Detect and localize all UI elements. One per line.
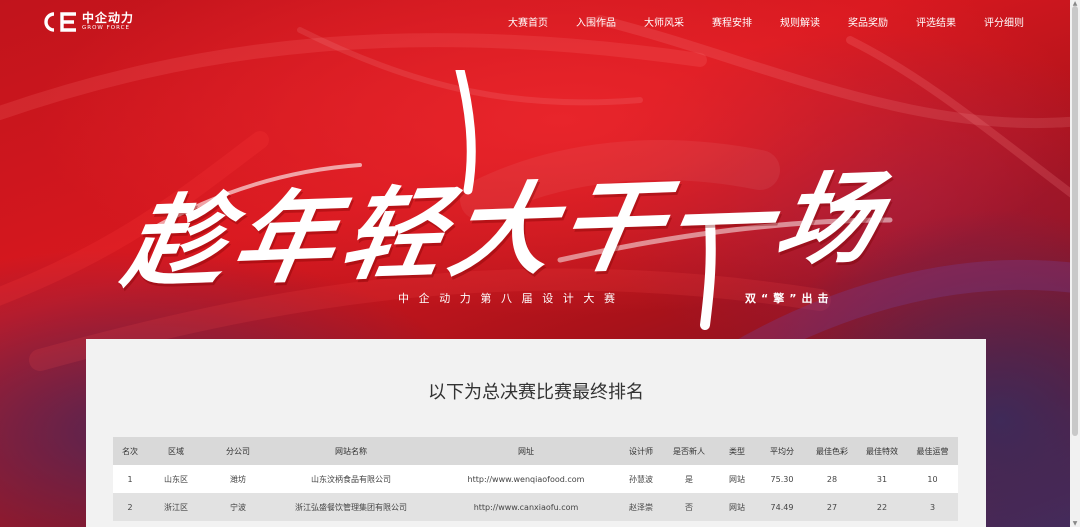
table-cell: 宁波: [205, 493, 271, 521]
column-header: 最佳特效: [857, 437, 907, 465]
slogan-text: 趁年轻大干一场: [115, 158, 898, 303]
table-cell: 是: [661, 465, 717, 493]
column-header: 最佳色彩: [807, 437, 857, 465]
brand-name-cn: 中企动力: [82, 11, 135, 26]
nav-item-masters[interactable]: 大师风采: [644, 14, 684, 29]
table-cell: 74.49: [757, 493, 807, 521]
table-cell: 山东区: [147, 465, 205, 493]
table-cell: 1: [113, 465, 147, 493]
table-row: 1 山东区 潍坊 山东汶柄食品有限公司 http://www.wenqiaofo…: [113, 465, 958, 493]
ranking-table: 名次 区域 分公司 网站名称 网址 设计师 是否新人 类型 平均分 最佳色彩 最…: [113, 437, 958, 521]
column-header: 设计师: [621, 437, 661, 465]
table-cell: 山东汶柄食品有限公司: [271, 465, 431, 493]
scrollbar-thumb[interactable]: [1072, 6, 1078, 436]
nav-item-finalists[interactable]: 入围作品: [576, 14, 616, 29]
table-cell: 赵泽崇: [621, 493, 661, 521]
table-cell: 否: [661, 493, 717, 521]
logo-text: 中企动力 GROW FORCE: [82, 12, 134, 32]
nav-item-schedule[interactable]: 赛程安排: [712, 14, 752, 29]
column-header: 最佳运营: [907, 437, 958, 465]
table-cell: 2: [113, 493, 147, 521]
table-cell: 潍坊: [205, 465, 271, 493]
column-header: 网站名称: [271, 437, 431, 465]
table-cell: 浙江区: [147, 493, 205, 521]
table-cell-link[interactable]: http://www.wenqiaofood.com: [431, 465, 621, 493]
table-row: 2 浙江区 宁波 浙江弘盛餐饮管理集团有限公司 http://www.canxi…: [113, 493, 958, 521]
table-cell: 网站: [717, 465, 757, 493]
contest-subtitle: 中企动力第八届设计大赛: [398, 292, 625, 305]
brand-name-en: GROW FORCE: [82, 25, 130, 32]
table-cell: 75.30: [757, 465, 807, 493]
contest-tagline: 双“擎”出击: [745, 292, 834, 305]
nav-item-results[interactable]: 评选结果: [916, 14, 956, 29]
nav-item-scoring[interactable]: 评分细则: [984, 14, 1024, 29]
table-cell-link[interactable]: http://www.canxiaofu.com: [431, 493, 621, 521]
table-cell: 孙慧波: [621, 465, 661, 493]
nav-item-home[interactable]: 大赛首页: [508, 14, 548, 29]
logo-mark-icon: [44, 12, 76, 32]
nav-item-awards[interactable]: 奖品奖励: [848, 14, 888, 29]
page-scrollbar[interactable]: ▲ ▼: [1070, 0, 1080, 527]
column-header: 是否新人: [661, 437, 717, 465]
table-cell: 27: [807, 493, 857, 521]
column-header: 网址: [431, 437, 621, 465]
table-cell: 10: [907, 465, 958, 493]
column-header: 分公司: [205, 437, 271, 465]
table-cell: 浙江弘盛餐饮管理集团有限公司: [271, 493, 431, 521]
nav-item-rules[interactable]: 规则解读: [780, 14, 820, 29]
table-cell: 网站: [717, 493, 757, 521]
table-cell: 31: [857, 465, 907, 493]
scroll-down-arrow-icon[interactable]: ▼: [1072, 520, 1078, 527]
main-nav: 大赛首页 入围作品 大师风采 赛程安排 规则解读 奖品奖励 评选结果 评分细则: [480, 14, 1024, 29]
table-header-row: 名次 区域 分公司 网站名称 网址 设计师 是否新人 类型 平均分 最佳色彩 最…: [113, 437, 958, 465]
column-header: 平均分: [757, 437, 807, 465]
brand-logo[interactable]: 中企动力 GROW FORCE: [40, 11, 134, 33]
ranking-title: 以下为总决赛比赛最终排名: [428, 382, 644, 403]
column-header: 名次: [113, 437, 147, 465]
table-cell: 22: [857, 493, 907, 521]
column-header: 区域: [147, 437, 205, 465]
table-cell: 3: [907, 493, 958, 521]
table-cell: 28: [807, 465, 857, 493]
column-header: 类型: [717, 437, 757, 465]
